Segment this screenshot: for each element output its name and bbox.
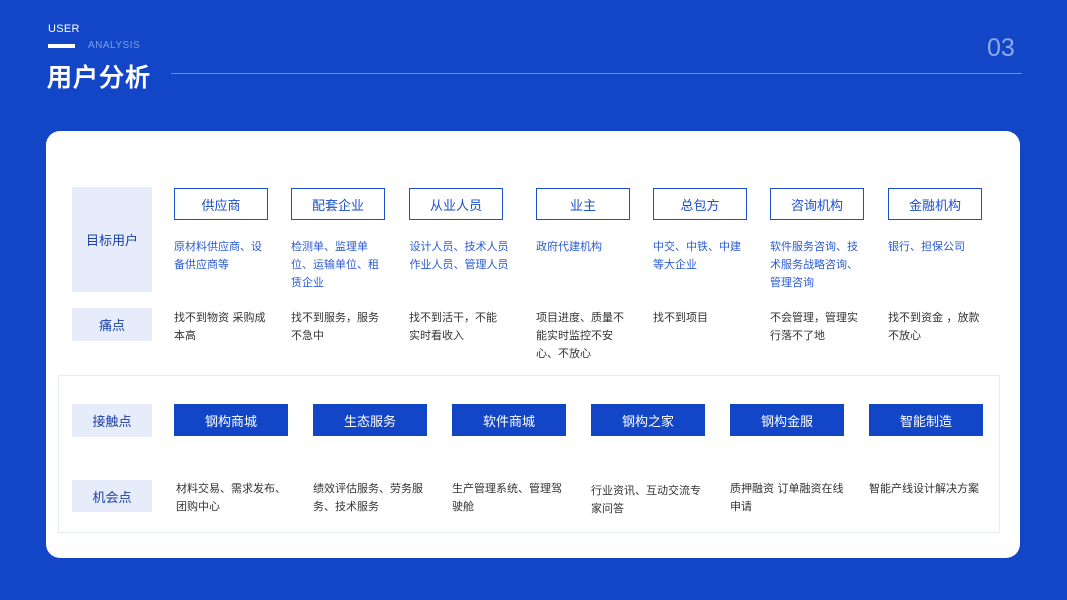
row-label-pain-points: 痛点 — [72, 308, 152, 341]
segment-box: 总包方 — [653, 188, 747, 220]
segment-box: 金融机构 — [888, 188, 982, 220]
segment-description: 中交、中铁、中建等大企业 — [653, 240, 741, 271]
touchpoint-box: 钢构商城 — [174, 404, 288, 436]
pain-point-text: 找不到物资 采购成本高 — [174, 311, 266, 342]
touchpoint-box: 生态服务 — [313, 404, 427, 436]
pain-point-text: 找不到资金 ，放款不放心 — [888, 311, 980, 342]
opportunity-text: 生产管理系统、管理驾驶舱 — [452, 482, 562, 513]
segment-box: 供应商 — [174, 188, 268, 220]
pain-point-text: 找不到项目 — [653, 311, 708, 324]
segment-box: 咨询机构 — [770, 188, 864, 220]
segment-description: 银行、担保公司 — [888, 240, 965, 253]
segment-description: 原材料供应商、设备供应商等 — [174, 240, 262, 271]
touchpoint-box: 智能制造 — [869, 404, 983, 436]
opportunity-text: 智能产线设计解决方案 — [869, 482, 979, 495]
opportunity-text: 材料交易、需求发布、团购中心 — [176, 482, 286, 513]
pain-point-text: 不会管理，管理实行落不了地 — [770, 311, 858, 342]
opportunity-text: 质押融资 订单融资在线申请 — [730, 482, 844, 513]
row-label-opportunities: 机会点 — [72, 480, 152, 512]
pain-point-text: 找不到活干，不能实时看收入 — [409, 311, 497, 342]
segment-description: 政府代建机构 — [536, 240, 602, 253]
touchpoint-box: 钢构之家 — [591, 404, 705, 436]
opportunity-text: 行业资讯、互动交流专家问答 — [591, 484, 701, 515]
opportunity-text: 绩效评估服务、劳务服务、技术服务 — [313, 482, 423, 513]
segment-box: 从业人员 — [409, 188, 503, 220]
touchpoint-box: 钢构金服 — [730, 404, 844, 436]
pain-point-text: 找不到服务，服务不急中 — [291, 311, 379, 342]
segment-description: 设计人员、技术人员作业人员、管理人员 — [409, 240, 509, 271]
header-divider — [171, 73, 1022, 74]
header-label-user: USER — [48, 23, 80, 35]
segment-description: 检测单、监理单位、运输单位、租赁企业 — [291, 240, 379, 289]
header-label-analysis: ANALYSIS — [88, 40, 141, 51]
page-title: 用户分析 — [47, 63, 152, 92]
touchpoint-box: 软件商城 — [452, 404, 566, 436]
segment-box: 配套企业 — [291, 188, 385, 220]
page-number: 03 — [987, 34, 1015, 62]
segment-description: 软件服务咨询、技术服务战略咨询、管理咨询 — [770, 240, 858, 289]
header-accent-bar — [48, 44, 75, 48]
pain-point-text: 项目进度、质量不能实时监控不安心、不放心 — [536, 311, 624, 360]
row-label-target-users: 目标用户 — [72, 187, 152, 292]
row-label-touchpoints: 接触点 — [72, 404, 152, 437]
segment-box: 业主 — [536, 188, 630, 220]
